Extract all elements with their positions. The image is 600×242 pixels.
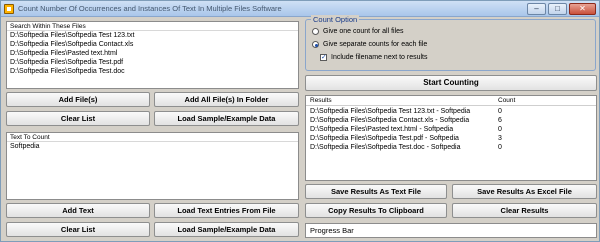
window-controls: – □ ✕ — [527, 3, 596, 15]
load-sample-files-button[interactable]: Load Sample/Example Data — [154, 111, 299, 126]
table-row[interactable]: D:\Softpedia Files\Pasted text.html - So… — [306, 125, 596, 134]
file-list-item[interactable]: D:\Softpedia Files\Softpedia Test.doc — [7, 67, 298, 76]
results-header: Results Count — [306, 96, 596, 106]
search-files-list[interactable]: Search Within These Files D:\Softpedia F… — [6, 21, 299, 89]
result-count: 0 — [498, 144, 502, 151]
option-separate-counts[interactable]: Give separate counts for each file — [312, 41, 427, 48]
result-name: D:\Softpedia Files\Pasted text.html - So… — [310, 126, 454, 133]
result-count: 0 — [498, 108, 502, 115]
load-text-entries-button[interactable]: Load Text Entries From File — [154, 203, 299, 218]
clear-text-list-button[interactable]: Clear List — [6, 222, 150, 237]
table-row[interactable]: D:\Softpedia Files\Softpedia Test.pdf - … — [306, 134, 596, 143]
radio-one-count[interactable] — [312, 28, 319, 35]
progress-bar: Progress Bar — [305, 223, 597, 238]
clear-results-button[interactable]: Clear Results — [452, 203, 597, 218]
search-files-header: Search Within These Files — [7, 22, 298, 31]
include-filename-label: Include filename next to results — [331, 54, 428, 61]
table-row[interactable]: D:\Softpedia Files\Softpedia Test.doc - … — [306, 143, 596, 152]
result-count: 0 — [498, 126, 502, 133]
count-column-header: Count — [498, 97, 516, 104]
option-separate-counts-label: Give separate counts for each file — [323, 41, 428, 48]
minimize-button[interactable]: – — [527, 3, 546, 15]
count-option-group: Count Option Give one count for all file… — [305, 15, 596, 71]
maximize-button[interactable]: □ — [548, 3, 567, 15]
result-name: D:\Softpedia Files\Softpedia Test 123.tx… — [310, 108, 471, 115]
window-title: Count Number Of Occurrences and Instance… — [18, 4, 282, 13]
option-one-count[interactable]: Give one count for all files — [312, 28, 404, 35]
file-list-item[interactable]: D:\Softpedia Files\Softpedia Contact.xls — [7, 40, 298, 49]
include-filename-option[interactable]: ✓ Include filename next to results — [320, 54, 428, 61]
radio-separate-counts[interactable] — [312, 41, 319, 48]
count-option-title: Count Option — [311, 15, 360, 24]
file-list-item[interactable]: D:\Softpedia Files\Pasted text.html — [7, 49, 298, 58]
title-bar: Count Number Of Occurrences and Instance… — [1, 1, 599, 17]
save-excel-file-button[interactable]: Save Results As Excel File — [452, 184, 597, 199]
text-to-count-list[interactable]: Text To Count Softpedia — [6, 132, 299, 200]
option-one-count-label: Give one count for all files — [323, 28, 404, 35]
close-button[interactable]: ✕ — [569, 3, 596, 15]
table-row[interactable]: D:\Softpedia Files\Softpedia Test 123.tx… — [306, 107, 596, 116]
add-files-button[interactable]: Add File(s) — [6, 92, 150, 107]
text-entry-item[interactable]: Softpedia — [7, 142, 298, 151]
result-count: 6 — [498, 117, 502, 124]
results-table[interactable]: Results Count D:\Softpedia Files\Softped… — [305, 95, 597, 181]
result-count: 3 — [498, 135, 502, 142]
clear-file-list-button[interactable]: Clear List — [6, 111, 150, 126]
load-sample-text-button[interactable]: Load Sample/Example Data — [154, 222, 299, 237]
save-text-file-button[interactable]: Save Results As Text File — [305, 184, 447, 199]
app-window: Count Number Of Occurrences and Instance… — [0, 0, 600, 242]
result-name: D:\Softpedia Files\Softpedia Test.doc - … — [310, 144, 461, 151]
add-text-button[interactable]: Add Text — [6, 203, 150, 218]
file-list-item[interactable]: D:\Softpedia Files\Softpedia Test 123.tx… — [7, 31, 298, 40]
add-folder-button[interactable]: Add All File(s) In Folder — [154, 92, 299, 107]
result-name: D:\Softpedia Files\Softpedia Test.pdf - … — [310, 135, 459, 142]
results-column-header: Results — [310, 97, 332, 104]
start-counting-button[interactable]: Start Counting — [305, 75, 597, 91]
file-list-item[interactable]: D:\Softpedia Files\Softpedia Test.pdf — [7, 58, 298, 67]
text-to-count-header: Text To Count — [7, 133, 298, 142]
copy-clipboard-button[interactable]: Copy Results To Clipboard — [305, 203, 447, 218]
include-filename-checkbox[interactable]: ✓ — [320, 54, 327, 61]
result-name: D:\Softpedia Files\Softpedia Contact.xls… — [310, 117, 470, 124]
app-icon — [4, 4, 14, 14]
table-row[interactable]: D:\Softpedia Files\Softpedia Contact.xls… — [306, 116, 596, 125]
